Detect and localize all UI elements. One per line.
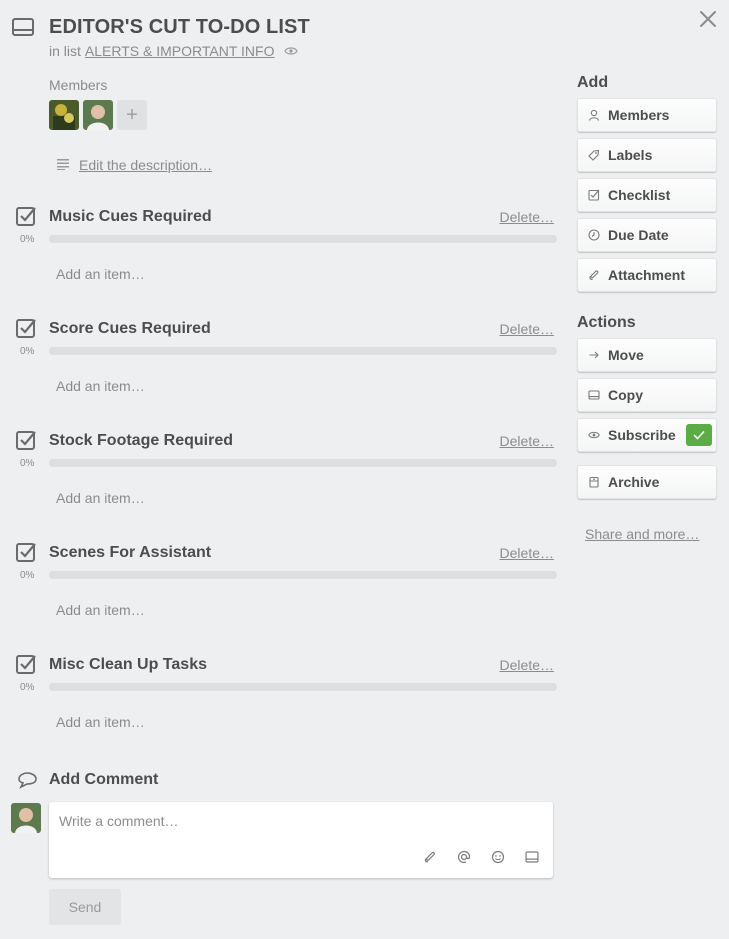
add-item-link[interactable]: Add an item…: [56, 490, 145, 506]
checklist-icon: [15, 205, 37, 227]
add-item-link[interactable]: Add an item…: [56, 602, 145, 618]
description-icon: [57, 157, 71, 173]
card-icon[interactable]: [525, 850, 539, 864]
checklist-delete-link[interactable]: Delete…: [500, 545, 554, 561]
checklist-title[interactable]: Misc Clean Up Tasks: [49, 656, 207, 674]
checklist-icon: [15, 317, 37, 339]
members-button-label: Members: [608, 107, 670, 123]
checklist: Scenes For Assistant Delete… 0% Add an i…: [0, 541, 560, 653]
checklist-progress-bar: [49, 347, 557, 355]
checklist-button-label: Checklist: [608, 187, 671, 203]
checklist-progress-bar: [49, 235, 557, 243]
due-date-button-label: Due Date: [608, 227, 669, 243]
tag-icon: [588, 149, 600, 161]
archive-button[interactable]: Archive: [577, 465, 717, 499]
edit-description-link[interactable]: Edit the description…: [57, 157, 212, 173]
checklist-delete-link[interactable]: Delete…: [500, 433, 554, 449]
checklist-percent: 0%: [20, 682, 35, 693]
members-list: +: [49, 100, 147, 130]
checklist-percent: 0%: [20, 570, 35, 581]
comment-input[interactable]: Write a comment…: [49, 802, 553, 878]
checklist-title[interactable]: Scenes For Assistant: [49, 544, 211, 562]
subscribe-button-label: Subscribe: [608, 427, 676, 443]
edit-description-label: Edit the description…: [79, 157, 213, 173]
send-button[interactable]: Send: [49, 889, 121, 925]
comment-placeholder: Write a comment…: [59, 813, 179, 829]
checklist-icon: [15, 653, 37, 675]
checklist: Misc Clean Up Tasks Delete… 0% Add an it…: [0, 653, 560, 765]
archive-button-label: Archive: [608, 474, 660, 490]
checkbox-icon: [588, 189, 600, 201]
share-and-more-link[interactable]: Share and more…: [585, 526, 699, 542]
checklist: Score Cues Required Delete… 0% Add an it…: [0, 317, 560, 429]
checklist-percent: 0%: [20, 458, 35, 469]
add-item-link[interactable]: Add an item…: [56, 266, 145, 282]
checklist: Music Cues Required Delete… 0% Add an it…: [0, 205, 560, 317]
checklist-icon: [15, 429, 37, 451]
paperclip-icon: [588, 269, 600, 281]
labels-button-label: Labels: [608, 147, 653, 163]
add-item-link[interactable]: Add an item…: [56, 378, 145, 394]
avatar: [11, 803, 41, 833]
add-comment-heading: Add Comment: [49, 771, 159, 788]
in-list-prefix: in list: [49, 43, 81, 59]
comment-toolbar: [423, 850, 539, 864]
move-button[interactable]: Move: [577, 338, 717, 372]
archive-icon: [588, 476, 600, 488]
arrow-right-icon: [588, 349, 600, 361]
checklist-title[interactable]: Music Cues Required: [49, 208, 212, 226]
card-icon: [588, 389, 600, 401]
checklist-delete-link[interactable]: Delete…: [500, 657, 554, 673]
card-title[interactable]: EDITOR'S CUT TO-DO LIST: [49, 16, 310, 39]
card-icon: [12, 18, 34, 36]
subscribe-button[interactable]: Subscribe: [577, 418, 717, 452]
clock-icon: [588, 229, 600, 241]
mention-icon[interactable]: [457, 850, 471, 864]
add-member-button[interactable]: +: [117, 100, 147, 130]
list-name-link[interactable]: ALERTS & IMPORTANT INFO: [85, 43, 275, 59]
attachment-button[interactable]: Attachment: [577, 258, 717, 292]
add-heading: Add: [577, 74, 609, 91]
avatar[interactable]: [83, 100, 113, 130]
members-button[interactable]: Members: [577, 98, 717, 132]
checklist-title[interactable]: Stock Footage Required: [49, 432, 233, 450]
checklist-progress-bar: [49, 683, 557, 691]
paperclip-icon[interactable]: [423, 850, 437, 864]
close-icon[interactable]: [697, 8, 719, 30]
add-item-link[interactable]: Add an item…: [56, 714, 145, 730]
due-date-button[interactable]: Due Date: [577, 218, 717, 252]
emoji-icon[interactable]: [491, 850, 505, 864]
checklist-delete-link[interactable]: Delete…: [500, 209, 554, 225]
actions-heading: Actions: [577, 314, 636, 331]
labels-button[interactable]: Labels: [577, 138, 717, 172]
eye-icon: [588, 429, 600, 441]
checklist-progress-bar: [49, 571, 557, 579]
in-list-line: in list ALERTS & IMPORTANT INFO: [49, 43, 299, 59]
avatar[interactable]: [49, 100, 79, 130]
move-button-label: Move: [608, 347, 644, 363]
checklist-delete-link[interactable]: Delete…: [500, 321, 554, 337]
eye-icon: [284, 46, 299, 56]
copy-button[interactable]: Copy: [577, 378, 717, 412]
checklist-button[interactable]: Checklist: [577, 178, 717, 212]
copy-button-label: Copy: [608, 387, 643, 403]
checklist-percent: 0%: [20, 346, 35, 357]
checklist-title[interactable]: Score Cues Required: [49, 320, 211, 338]
checklist-progress-bar: [49, 459, 557, 467]
person-icon: [588, 109, 600, 121]
checklist-percent: 0%: [20, 234, 35, 245]
attachment-button-label: Attachment: [608, 267, 686, 283]
subscribed-check-icon: [686, 424, 712, 446]
checklist: Stock Footage Required Delete… 0% Add an…: [0, 429, 560, 541]
comment-icon: [16, 771, 38, 789]
checklist-icon: [15, 541, 37, 563]
members-label: Members: [49, 77, 108, 93]
